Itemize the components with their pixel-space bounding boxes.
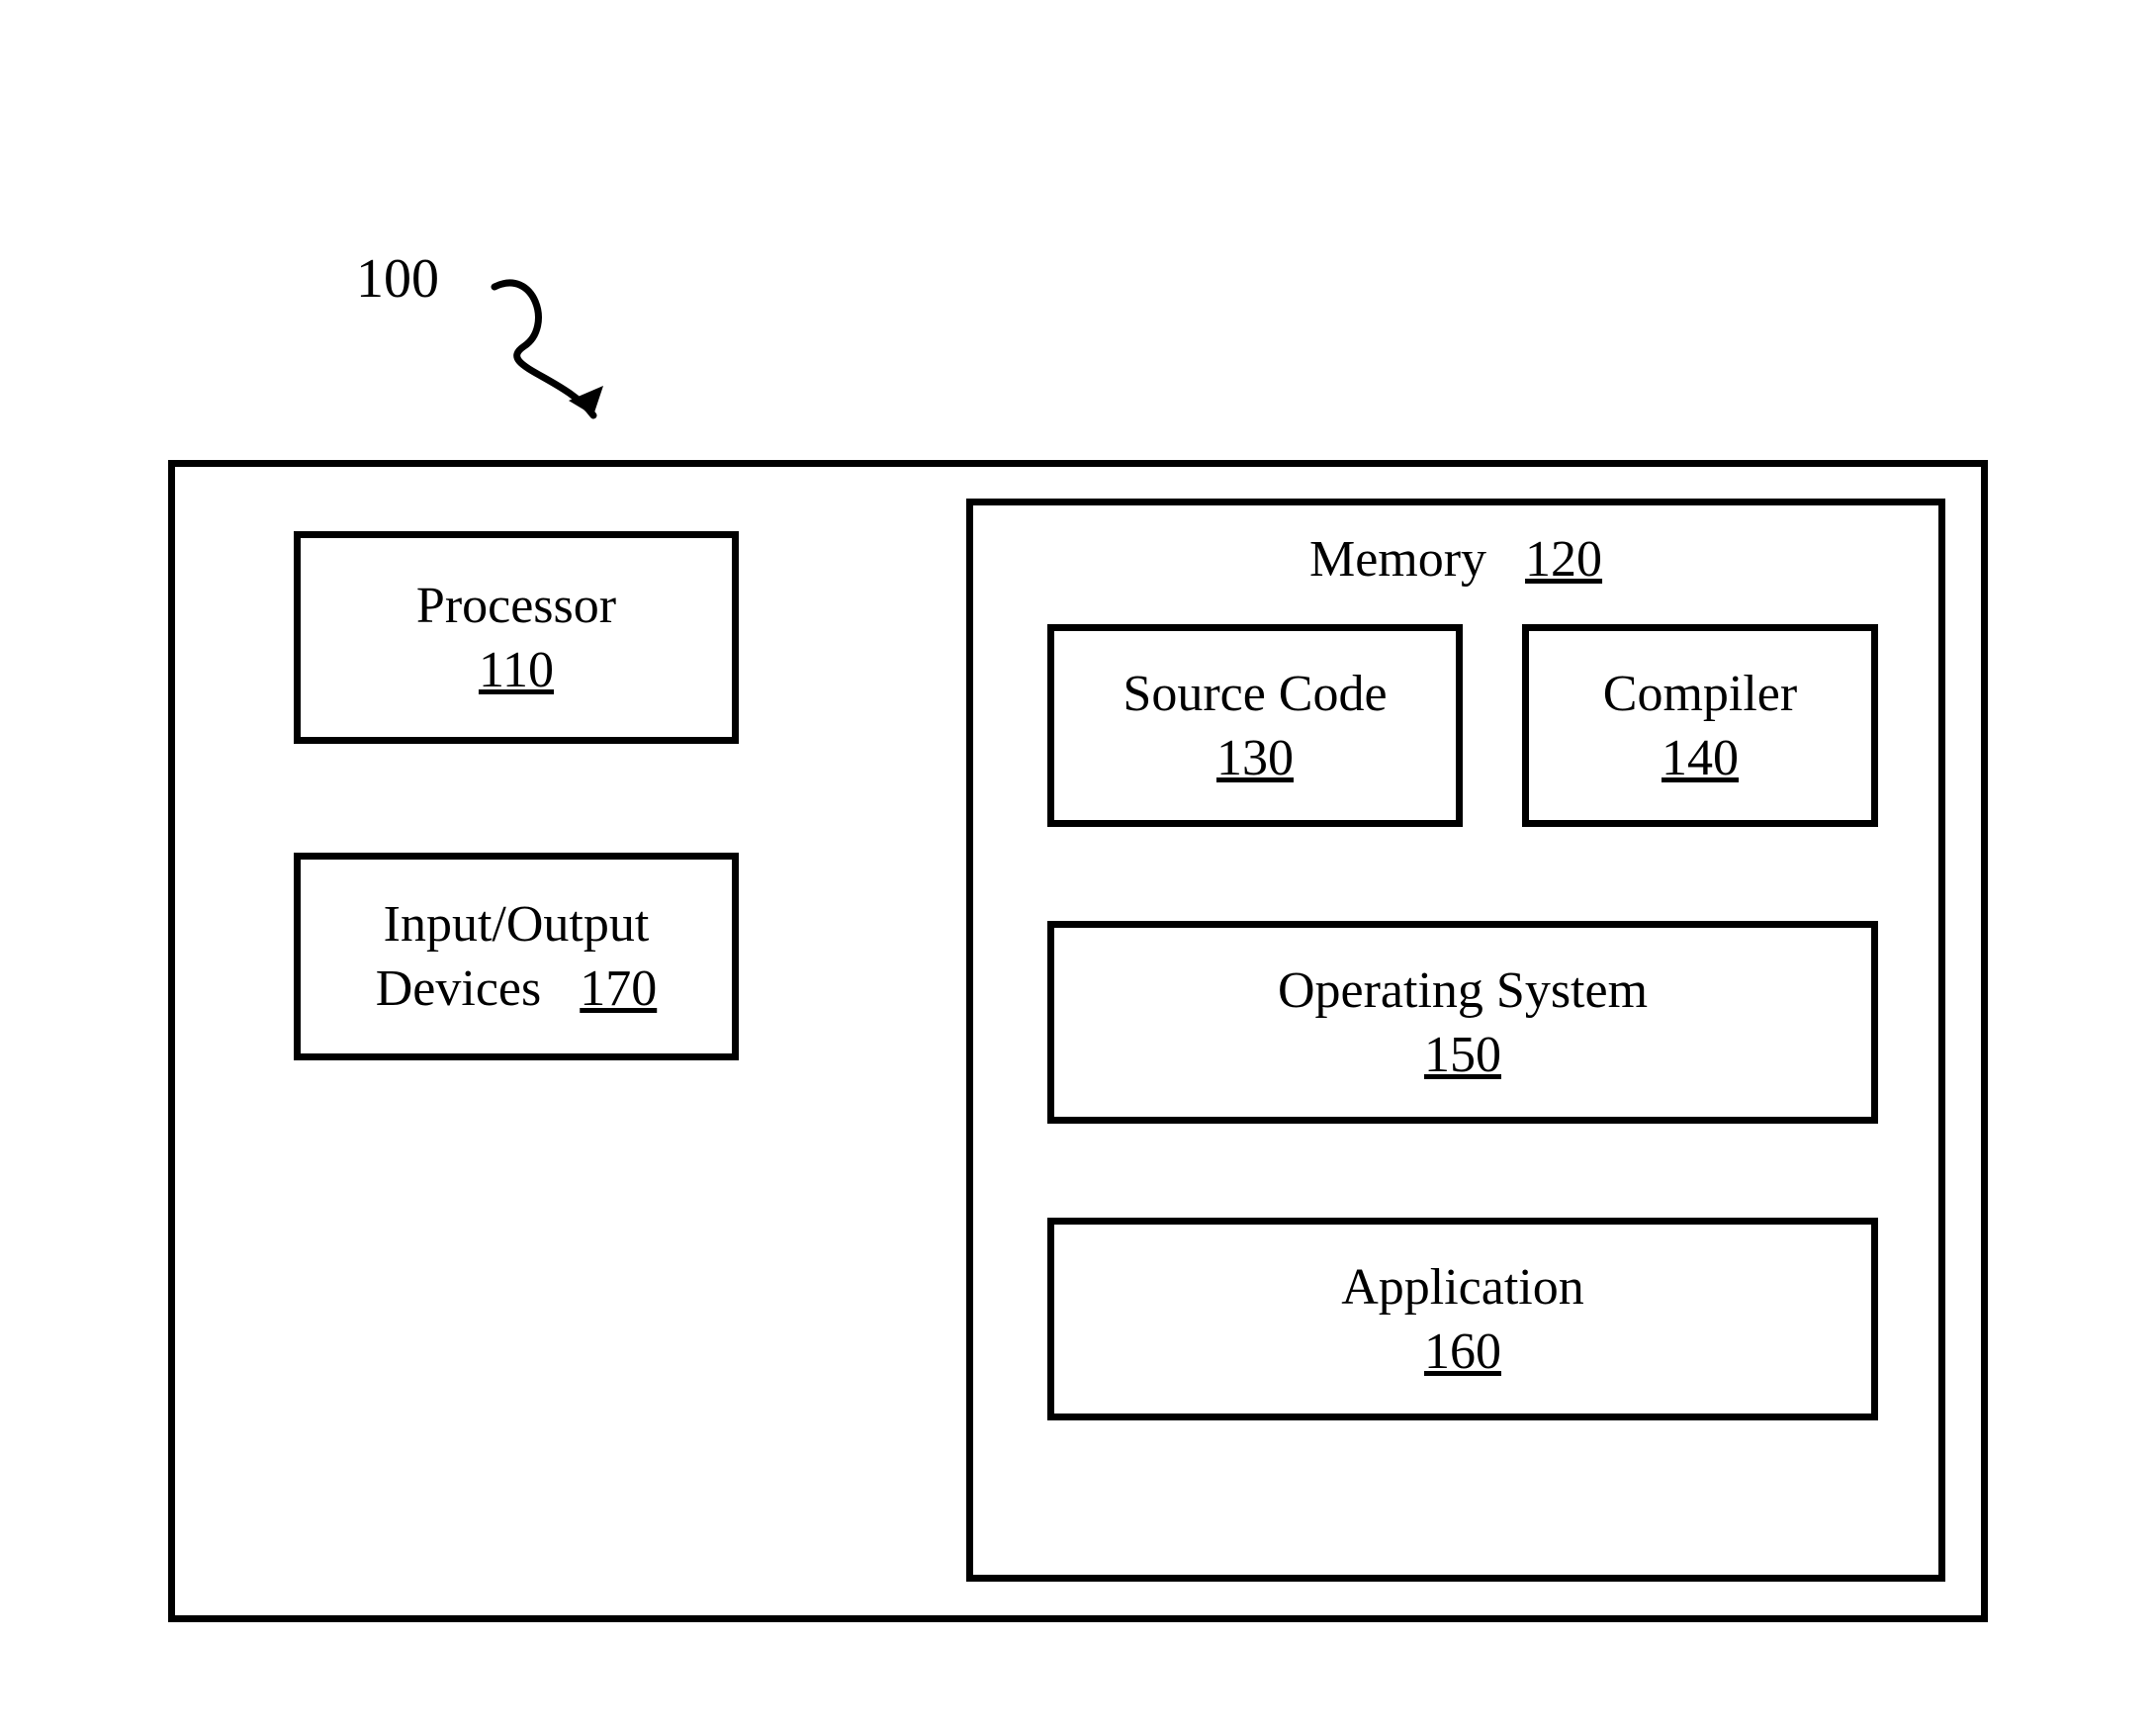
os-label: Operating System [1278, 958, 1648, 1023]
memory-title: Memory 120 [973, 505, 1938, 592]
memory-label: Memory [1309, 531, 1486, 588]
source-code-number: 130 [1216, 726, 1294, 790]
app-label: Application [1341, 1255, 1584, 1320]
processor-number: 110 [479, 638, 554, 702]
app-number: 160 [1424, 1320, 1501, 1384]
io-devices-box: Input/Output Devices 170 [294, 853, 739, 1060]
os-number: 150 [1424, 1023, 1501, 1087]
application-box: Application 160 [1047, 1218, 1878, 1420]
processor-box: Processor 110 [294, 531, 739, 744]
io-label-line1: Input/Output [384, 892, 650, 957]
processor-label: Processor [416, 574, 616, 638]
operating-system-box: Operating System 150 [1047, 921, 1878, 1124]
compiler-number: 140 [1662, 726, 1739, 790]
reference-number-100: 100 [356, 247, 439, 311]
source-code-label: Source Code [1123, 662, 1387, 726]
memory-box: Memory 120 Source Code 130 Compiler 140 … [966, 499, 1945, 1582]
io-label-line2: Devices 170 [376, 957, 657, 1021]
squiggle-arrow-icon [475, 267, 673, 465]
io-label-line2-text: Devices [376, 960, 541, 1017]
memory-number: 120 [1525, 531, 1602, 588]
source-code-box: Source Code 130 [1047, 624, 1463, 827]
system-container: Processor 110 Input/Output Devices 170 M… [168, 460, 1988, 1622]
compiler-label: Compiler [1603, 662, 1797, 726]
compiler-box: Compiler 140 [1522, 624, 1878, 827]
io-number: 170 [580, 960, 657, 1017]
